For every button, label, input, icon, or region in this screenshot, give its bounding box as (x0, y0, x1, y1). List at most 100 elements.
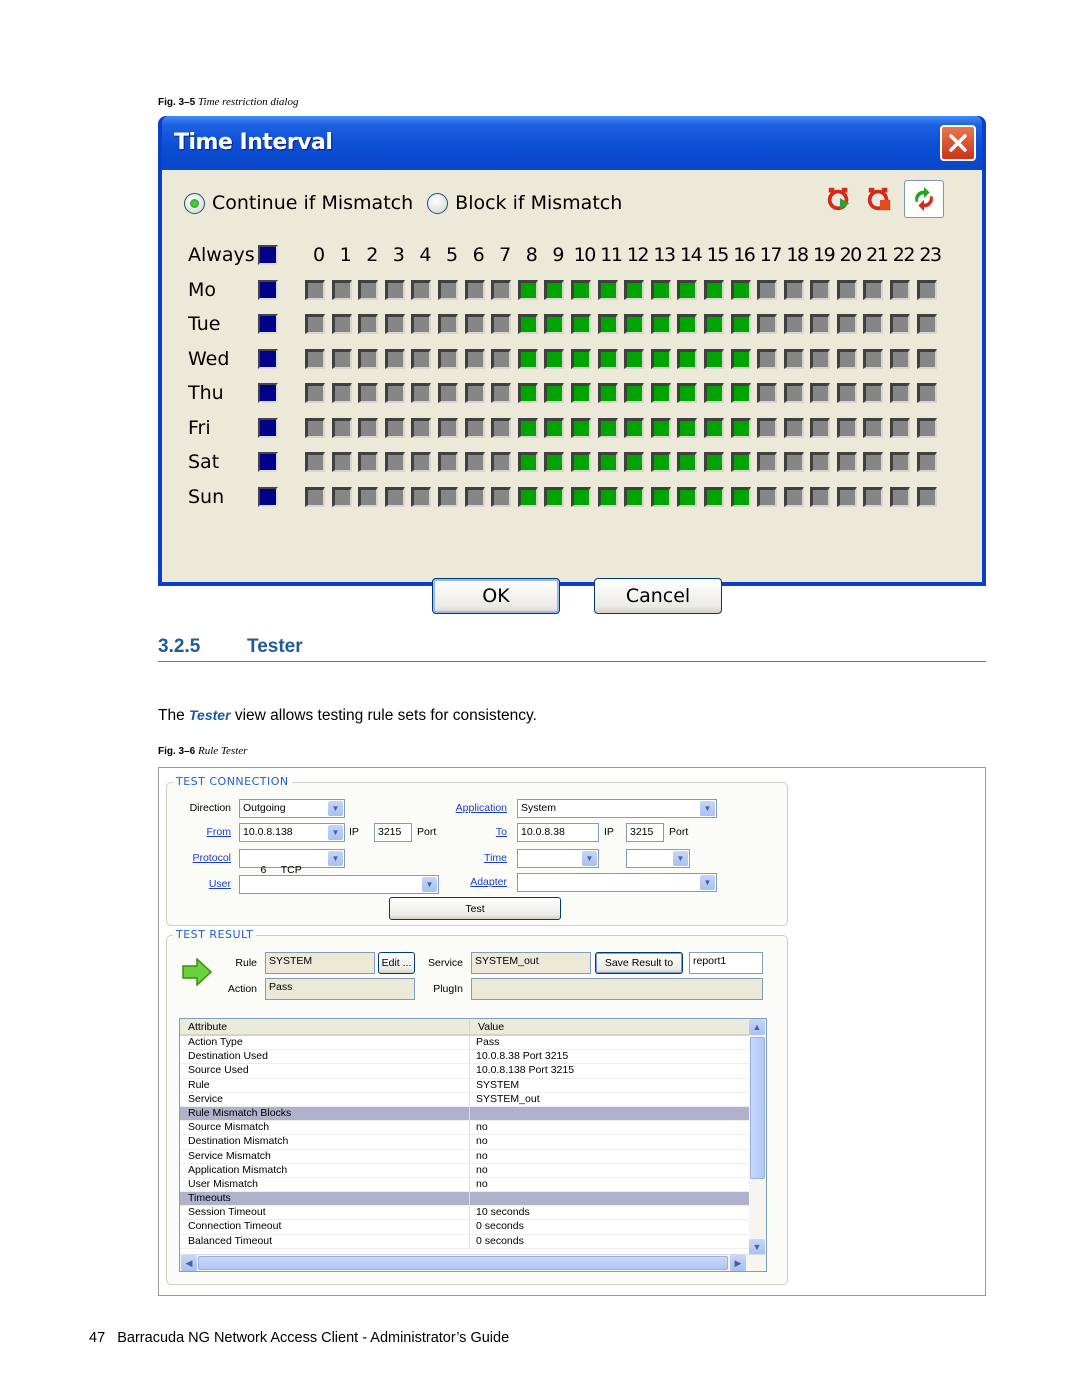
hour-cell-active[interactable] (624, 452, 645, 473)
hour-cell-active[interactable] (517, 452, 538, 473)
to-link[interactable]: To (437, 826, 507, 838)
hour-cell-inactive[interactable] (836, 314, 857, 335)
hour-cell-inactive[interactable] (810, 452, 831, 473)
hour-cell-inactive[interactable] (384, 417, 405, 438)
table-section-row[interactable]: Timeouts (180, 1192, 766, 1207)
clock-stop-button[interactable] (864, 184, 894, 214)
day-toggle[interactable] (258, 348, 278, 369)
user-select[interactable]: ▼ (239, 875, 439, 894)
hour-cell-inactive[interactable] (810, 486, 831, 507)
ok-button[interactable]: OK (432, 578, 560, 614)
hour-cell-inactive[interactable] (411, 314, 432, 335)
hour-cell-inactive[interactable] (358, 279, 379, 300)
hour-cell-inactive[interactable] (491, 486, 512, 507)
hour-cell-inactive[interactable] (890, 486, 911, 507)
edit-rule-button[interactable]: Edit ... (378, 952, 415, 974)
hour-cell-inactive[interactable] (890, 417, 911, 438)
hour-cell-active[interactable] (570, 314, 591, 335)
to-input[interactable]: 10.0.8.38 (517, 823, 599, 842)
hour-cell-inactive[interactable] (331, 314, 352, 335)
hour-cell-inactive[interactable] (757, 314, 778, 335)
hour-cell-active[interactable] (677, 348, 698, 369)
hour-cell-inactive[interactable] (810, 279, 831, 300)
hour-cell-inactive[interactable] (437, 417, 458, 438)
hour-cell-inactive[interactable] (464, 486, 485, 507)
hour-cell-inactive[interactable] (783, 452, 804, 473)
hour-cell-active[interactable] (650, 486, 671, 507)
application-link[interactable]: Application (437, 802, 507, 814)
hour-cell-inactive[interactable] (331, 417, 352, 438)
radio-block-if-mismatch[interactable]: Block if Mismatch (427, 192, 622, 214)
hour-cell-active[interactable] (650, 314, 671, 335)
save-result-button[interactable]: Save Result to (595, 952, 683, 974)
hour-cell-inactive[interactable] (358, 452, 379, 473)
hour-cell-inactive[interactable] (331, 452, 352, 473)
protocol-link[interactable]: Protocol (167, 852, 231, 864)
hour-cell-active[interactable] (597, 348, 618, 369)
hour-cell-inactive[interactable] (305, 417, 325, 438)
hour-cell-inactive[interactable] (757, 348, 778, 369)
hour-cell-inactive[interactable] (331, 279, 352, 300)
hour-cell-active[interactable] (677, 383, 698, 404)
hour-cell-inactive[interactable] (384, 348, 405, 369)
hour-cell-inactive[interactable] (331, 486, 352, 507)
hour-cell-inactive[interactable] (863, 486, 884, 507)
hour-cell-active[interactable] (703, 279, 724, 300)
hour-cell-active[interactable] (730, 417, 751, 438)
hour-cell-inactive[interactable] (384, 314, 405, 335)
hour-cell-active[interactable] (517, 279, 538, 300)
hour-cell-inactive[interactable] (783, 417, 804, 438)
hour-cell-inactive[interactable] (305, 383, 325, 404)
day-toggle[interactable] (258, 383, 278, 404)
scroll-right-icon[interactable]: ▶ (730, 1255, 746, 1271)
hour-cell-active[interactable] (730, 452, 751, 473)
adapter-select[interactable]: ▼ (517, 873, 717, 892)
hour-cell-active[interactable] (650, 279, 671, 300)
hour-cell-inactive[interactable] (836, 348, 857, 369)
day-toggle[interactable] (258, 417, 278, 438)
hour-cell-active[interactable] (517, 348, 538, 369)
hour-cell-inactive[interactable] (810, 417, 831, 438)
vertical-scrollbar[interactable]: ▲ ▼ (749, 1019, 766, 1255)
from-link[interactable]: From (167, 826, 232, 838)
hour-cell-active[interactable] (544, 486, 565, 507)
hour-cell-inactive[interactable] (437, 383, 458, 404)
hour-cell-inactive[interactable] (358, 314, 379, 335)
hour-cell-active[interactable] (624, 348, 645, 369)
hour-cell-inactive[interactable] (384, 383, 405, 404)
hour-cell-inactive[interactable] (411, 279, 432, 300)
hour-cell-inactive[interactable] (810, 383, 831, 404)
hour-cell-inactive[interactable] (305, 279, 325, 300)
scroll-up-icon[interactable]: ▲ (749, 1019, 765, 1035)
hour-cell-inactive[interactable] (863, 452, 884, 473)
hour-cell-inactive[interactable] (757, 486, 778, 507)
hour-cell-inactive[interactable] (411, 348, 432, 369)
table-row[interactable]: Source Used 10.0.8.138 Port 3215 (180, 1064, 766, 1079)
hour-cell-inactive[interactable] (411, 452, 432, 473)
user-link[interactable]: User (167, 878, 231, 890)
hour-cell-inactive[interactable] (836, 486, 857, 507)
hour-cell-inactive[interactable] (384, 486, 405, 507)
dialog-titlebar[interactable]: Time Interval (162, 116, 982, 170)
vertical-scroll-thumb[interactable] (750, 1037, 765, 1179)
hour-cell-inactive[interactable] (890, 383, 911, 404)
hour-cell-active[interactable] (570, 452, 591, 473)
table-row[interactable]: User Mismatch no (180, 1177, 766, 1193)
hour-cell-active[interactable] (730, 383, 751, 404)
hour-cell-inactive[interactable] (305, 348, 325, 369)
hour-cell-active[interactable] (570, 486, 591, 507)
hour-cell-inactive[interactable] (836, 452, 857, 473)
hour-cell-inactive[interactable] (836, 279, 857, 300)
hour-cell-inactive[interactable] (437, 314, 458, 335)
scroll-down-icon[interactable]: ▼ (749, 1239, 765, 1255)
hour-cell-inactive[interactable] (358, 486, 379, 507)
day-toggle[interactable] (258, 452, 278, 473)
hour-cell-active[interactable] (624, 417, 645, 438)
hour-cell-inactive[interactable] (411, 417, 432, 438)
hour-cell-inactive[interactable] (863, 417, 884, 438)
hour-cell-inactive[interactable] (916, 452, 937, 473)
hour-cell-active[interactable] (570, 279, 591, 300)
hour-cell-active[interactable] (597, 486, 618, 507)
hour-cell-inactive[interactable] (331, 348, 352, 369)
hour-cell-inactive[interactable] (491, 417, 512, 438)
